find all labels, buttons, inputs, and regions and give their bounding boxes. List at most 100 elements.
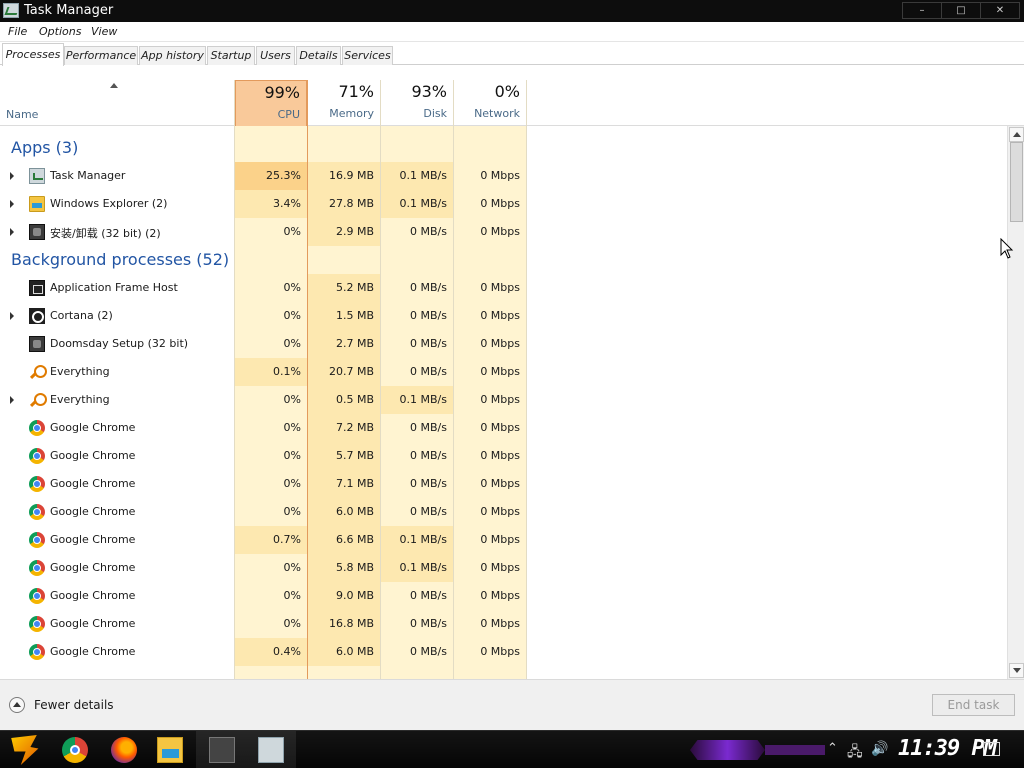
disk-cell: 0 MB/s (410, 281, 447, 294)
column-name[interactable]: Name (6, 108, 38, 121)
process-row[interactable]: Google Chrome 0% 7.1 MB 0 MB/s 0 Mbps (0, 470, 1006, 498)
expand-arrow-icon[interactable] (10, 228, 14, 236)
network-cell: 0 Mbps (480, 449, 520, 462)
memory-cell: 9.0 MB (308, 582, 380, 610)
disk-cell: 0.1 MB/s (381, 526, 453, 554)
cpu-cell: 0% (283, 589, 301, 602)
group-title: Apps (3) (11, 138, 79, 157)
chrome-icon[interactable] (62, 737, 88, 763)
taskbar-clock[interactable]: 11:39 PM (898, 736, 997, 761)
disk-total: 93% (411, 82, 447, 101)
folder-icon (29, 196, 45, 212)
group-header-background: Background processes (52) (0, 246, 1006, 274)
cpu-cell: 0.7% (235, 526, 307, 554)
chrome-icon (29, 420, 45, 436)
task-manager-icon (29, 168, 45, 184)
disk-cell: 0 MB/s (410, 449, 447, 462)
menu-bar: File Options View (0, 22, 1024, 42)
cpu-cell: 0% (283, 309, 301, 322)
process-name: Application Frame Host (50, 281, 178, 294)
process-row[interactable]: Doomsday Setup (32 bit) 0% 2.7 MB 0 MB/s 0 M… (0, 330, 1006, 358)
volume-icon[interactable]: 🔊 (871, 741, 888, 757)
memory-cell: 7.2 MB (308, 414, 380, 442)
menu-view[interactable]: View (91, 25, 117, 38)
tab-services[interactable]: Services (342, 46, 393, 65)
cpu-cell: 0% (283, 449, 301, 462)
menu-options[interactable]: Options (39, 25, 81, 38)
task-manager-icon[interactable] (258, 737, 284, 763)
file-explorer-icon[interactable] (157, 737, 183, 763)
tab-performance[interactable]: Performance (64, 46, 138, 65)
scroll-down-button[interactable] (1009, 663, 1024, 678)
everything-icon (29, 364, 47, 380)
memory-cell: 6.0 MB (308, 498, 380, 526)
title-bar[interactable]: Task Manager – □ ✕ (0, 0, 1024, 22)
cpu-cell: 0% (283, 505, 301, 518)
expand-arrow-icon[interactable] (10, 200, 14, 208)
disk-cell: 0.1 MB/s (381, 162, 453, 190)
vertical-scrollbar[interactable] (1007, 126, 1024, 679)
maximize-button[interactable]: □ (941, 2, 981, 19)
menu-file[interactable]: File (8, 25, 27, 38)
column-network[interactable]: 0% Network (454, 80, 526, 126)
expand-arrow-icon[interactable] (10, 396, 14, 404)
network-cell: 0 Mbps (480, 477, 520, 490)
process-row[interactable]: Google Chrome 0% 5.8 MB 0.1 MB/s 0 Mbps (0, 554, 1006, 582)
task-manager-window: Task Manager – □ ✕ File Options View Pro… (0, 0, 1024, 730)
process-row[interactable]: Google Chrome 0.4% 6.0 MB 0 MB/s 0 Mbps (0, 638, 1006, 666)
chrome-icon (29, 532, 45, 548)
process-name: Google Chrome (50, 505, 136, 518)
process-row[interactable]: Google Chrome 0% 9.0 MB 0 MB/s 0 Mbps (0, 582, 1006, 610)
network-cell: 0 Mbps (480, 225, 520, 238)
process-name: 安装/卸载 (32 bit) (2) (50, 227, 161, 240)
column-disk[interactable]: 93% Disk (381, 80, 453, 126)
installer-icon (29, 224, 45, 240)
chevron-up-icon[interactable]: ⌃ (827, 741, 838, 756)
network-icon[interactable]: 🖧 (847, 741, 863, 765)
start-icon[interactable] (11, 735, 39, 765)
disk-label: Disk (423, 107, 447, 120)
process-row[interactable]: Google Chrome 0.7% 6.6 MB 0.1 MB/s 0 Mbps (0, 526, 1006, 554)
memory-cell: 6.0 MB (308, 638, 380, 666)
process-name: Google Chrome (50, 645, 136, 658)
column-memory[interactable]: 71% Memory (308, 80, 380, 126)
tab-users[interactable]: Users (256, 46, 295, 65)
disk-cell: 0.1 MB/s (381, 386, 453, 414)
memory-cell: 2.9 MB (308, 218, 380, 246)
tab-startup[interactable]: Startup (207, 46, 255, 65)
scroll-thumb[interactable] (1010, 142, 1023, 222)
expand-arrow-icon[interactable] (10, 312, 14, 320)
cpu-cell: 25.3% (235, 162, 307, 190)
fewer-details-link[interactable]: Fewer details (34, 698, 114, 712)
process-row[interactable]: Everything 0% 0.5 MB 0.1 MB/s 0 Mbps (0, 386, 1006, 414)
end-task-button[interactable]: End task (932, 694, 1015, 716)
process-row[interactable]: Cortana (2) 0% 1.5 MB 0 MB/s 0 Mbps (0, 302, 1006, 330)
chevron-up-icon[interactable] (9, 697, 25, 713)
minimize-button[interactable]: – (902, 2, 942, 19)
tab-processes[interactable]: Processes (2, 43, 64, 66)
notification-icon[interactable] (983, 742, 1000, 756)
process-name: Google Chrome (50, 449, 136, 462)
process-row[interactable]: Application Frame Host 0% 5.2 MB 0 MB/s 0 Mb… (0, 274, 1006, 302)
cpu-cell: 0% (283, 225, 301, 238)
process-row[interactable]: Google Chrome 0% 5.7 MB 0 MB/s 0 Mbps (0, 442, 1006, 470)
process-row[interactable]: Google Chrome 0% 16.8 MB 0 MB/s 0 Mbps (0, 610, 1006, 638)
process-row[interactable]: Task Manager 25.3% 16.9 MB 0.1 MB/s 0 Mbps (0, 162, 1006, 190)
process-row[interactable]: 安装/卸载 (32 bit) (2) 0% 2.9 MB 0 MB/s 0 Mbps (0, 218, 1006, 246)
process-list: Apps (3) Task Manager 25.3% 16.9 MB 0.1 MB/s… (0, 126, 1006, 679)
network-cell: 0 Mbps (480, 169, 520, 182)
memory-cell: 27.8 MB (308, 190, 380, 218)
column-cpu[interactable]: 99% CPU (235, 80, 307, 126)
process-row[interactable]: Google Chrome 0% 6.0 MB 0 MB/s 0 Mbps (0, 498, 1006, 526)
footer-bar: Fewer details End task (0, 679, 1024, 730)
tab-app-history[interactable]: App history (139, 46, 206, 65)
close-button[interactable]: ✕ (980, 2, 1020, 19)
tab-details[interactable]: Details (296, 46, 341, 65)
scroll-up-button[interactable] (1009, 127, 1024, 142)
firefox-icon[interactable] (111, 737, 137, 763)
process-row[interactable]: Everything 0.1% 20.7 MB 0 MB/s 0 Mbps (0, 358, 1006, 386)
process-row[interactable]: Google Chrome 0% 7.2 MB 0 MB/s 0 Mbps (0, 414, 1006, 442)
installer-icon[interactable] (209, 737, 235, 763)
expand-arrow-icon[interactable] (10, 172, 14, 180)
process-row[interactable]: Windows Explorer (2) 3.4% 27.8 MB 0.1 MB/s 0… (0, 190, 1006, 218)
